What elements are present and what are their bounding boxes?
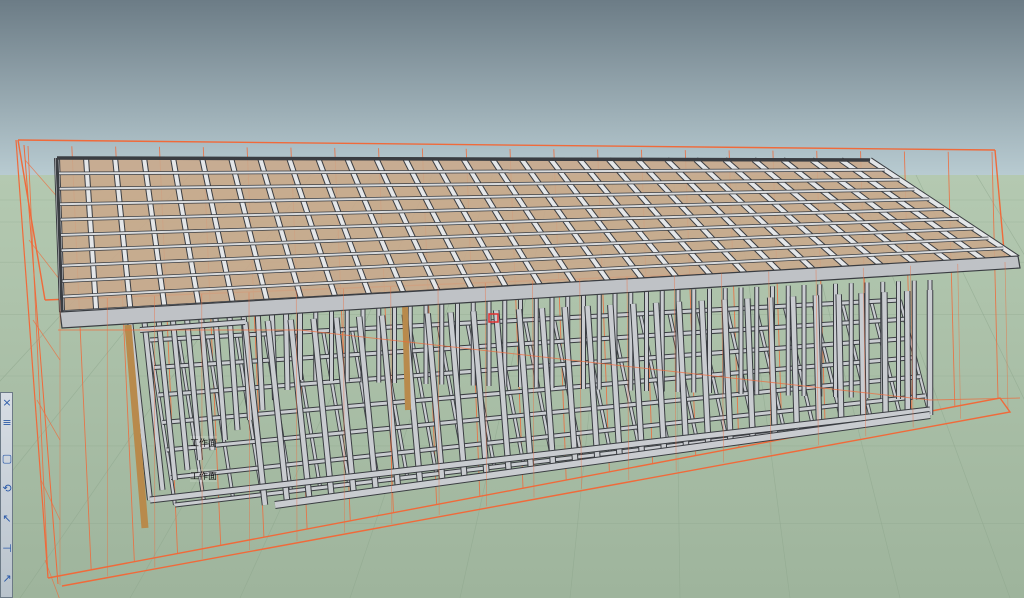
measure-icon[interactable]: ⊣ [1,539,13,559]
pan-icon[interactable]: ↗ [1,569,13,589]
front-wall-stud [904,291,911,419]
close-icon[interactable]: × [1,393,13,413]
select-box-icon[interactable]: ▢ [1,449,13,469]
left-wall-stud [283,306,290,391]
orbit-icon[interactable]: ⟲ [1,479,13,499]
roof-edge [56,156,871,162]
front-wall-stud [836,294,844,428]
front-wall-stud [859,293,866,425]
left-tool-palette: × ≡ ▢ ⟲ ↖ ⊣ ↗ [0,392,13,598]
building-model-view[interactable] [0,0,1024,598]
workplane-label-1: 工作面 [190,436,218,449]
timber-post [402,304,411,411]
workplane-label-2: 工作面 [190,469,218,482]
cursor-icon[interactable]: ↖ [1,509,13,529]
menu-icon[interactable]: ≡ [1,413,13,433]
3d-viewport[interactable]: 工作面 工作面 [0,0,1024,598]
front-wall-stud [882,292,888,422]
